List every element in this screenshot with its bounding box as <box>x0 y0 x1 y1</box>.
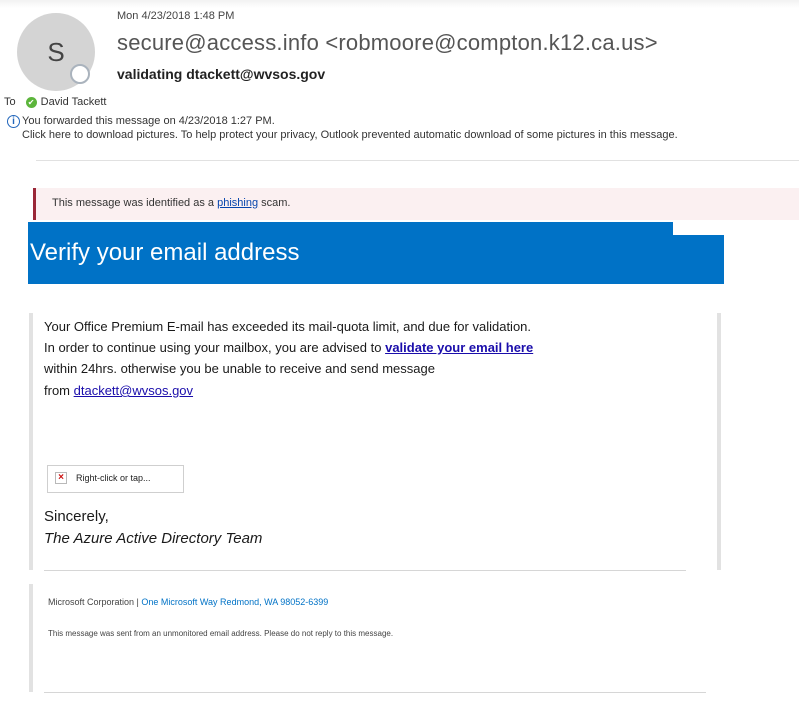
phishing-link[interactable]: phishing <box>217 197 258 209</box>
top-edge <box>0 0 799 8</box>
message-subject: validating dtackett@wvsos.gov <box>117 66 326 82</box>
signoff: Sincerely, <box>44 508 109 525</box>
footer-note: This message was sent from an unmonitore… <box>48 629 394 638</box>
info-icon: i <box>7 115 20 128</box>
broken-image-text: Right-click or tap... <box>76 473 151 483</box>
recipient-row: To ✔ David Tackett <box>4 96 106 108</box>
phishing-banner-text: This message was identified as a phishin… <box>52 197 291 209</box>
footer-divider <box>44 692 706 693</box>
body-line-2: In order to continue using your mailbox,… <box>44 340 534 355</box>
footer-company: Microsoft Corporation | One Microsoft Wa… <box>48 597 329 607</box>
body-divider <box>44 570 686 571</box>
message-date: Mon 4/23/2018 1:48 PM <box>117 10 235 22</box>
recipient-name[interactable]: David Tackett <box>41 96 107 108</box>
signature-team: The Azure Active Directory Team <box>44 530 263 547</box>
email-address-link[interactable]: dtackett@wvsos.gov <box>74 383 193 398</box>
broken-image-icon: × <box>55 472 67 484</box>
header-divider <box>36 160 799 161</box>
body-line-4: from dtackett@wvsos.gov <box>44 383 194 398</box>
sender-address[interactable]: secure@access.info <robmoore@compton.k12… <box>117 30 658 56</box>
header-band-notch <box>673 222 724 235</box>
phishing-banner-accent <box>33 188 36 220</box>
body-line-3: within 24hrs. otherwise you be unable to… <box>44 361 435 376</box>
presence-status-icon <box>70 64 90 84</box>
check-icon: ✔ <box>25 96 37 108</box>
forward-note: You forwarded this message on 4/23/2018 … <box>22 115 275 127</box>
footer-address-link[interactable]: One Microsoft Way Redmond, WA 98052-6399 <box>141 597 328 607</box>
body-line-1: Your Office Premium E-mail has exceeded … <box>44 319 532 334</box>
body-right-rule <box>717 313 721 570</box>
validate-email-link[interactable]: validate your email here <box>385 340 533 355</box>
to-label: To <box>4 96 16 108</box>
download-pictures-infobar[interactable]: Click here to download pictures. To help… <box>22 129 678 141</box>
body-left-rule <box>29 313 33 570</box>
email-title: Verify your email address <box>30 239 300 266</box>
footer-left-rule <box>29 584 33 692</box>
